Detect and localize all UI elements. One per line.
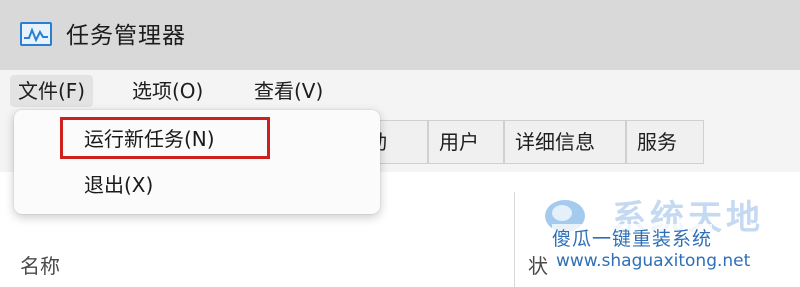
watermark-slogan: 傻瓜一键重装系统 [552,224,713,251]
watermark: 系统天地 傻瓜一键重装系统 www.shaguaxitong.net [520,186,800,287]
menu-bar: 文件(F) 选项(O) 查看(V) [0,70,800,112]
tab-details[interactable]: 详细信息 [504,120,626,164]
tab-services[interactable]: 服务 [626,120,704,164]
highlight-box [60,117,270,159]
menu-item-exit[interactable]: 退出(X) [84,168,153,202]
title-bar: 任务管理器 [0,0,800,70]
menu-view[interactable]: 查看(V) [246,75,331,107]
tab-users[interactable]: 用户 [428,120,504,164]
column-header-name[interactable]: 名称 [20,250,60,279]
menu-file[interactable]: 文件(F) [10,75,94,107]
column-divider[interactable] [514,192,515,287]
watermark-url: www.shaguaxitong.net [556,251,751,271]
window-title: 任务管理器 [66,23,186,49]
menu-options[interactable]: 选项(O) [124,75,211,107]
task-manager-icon [20,22,52,46]
